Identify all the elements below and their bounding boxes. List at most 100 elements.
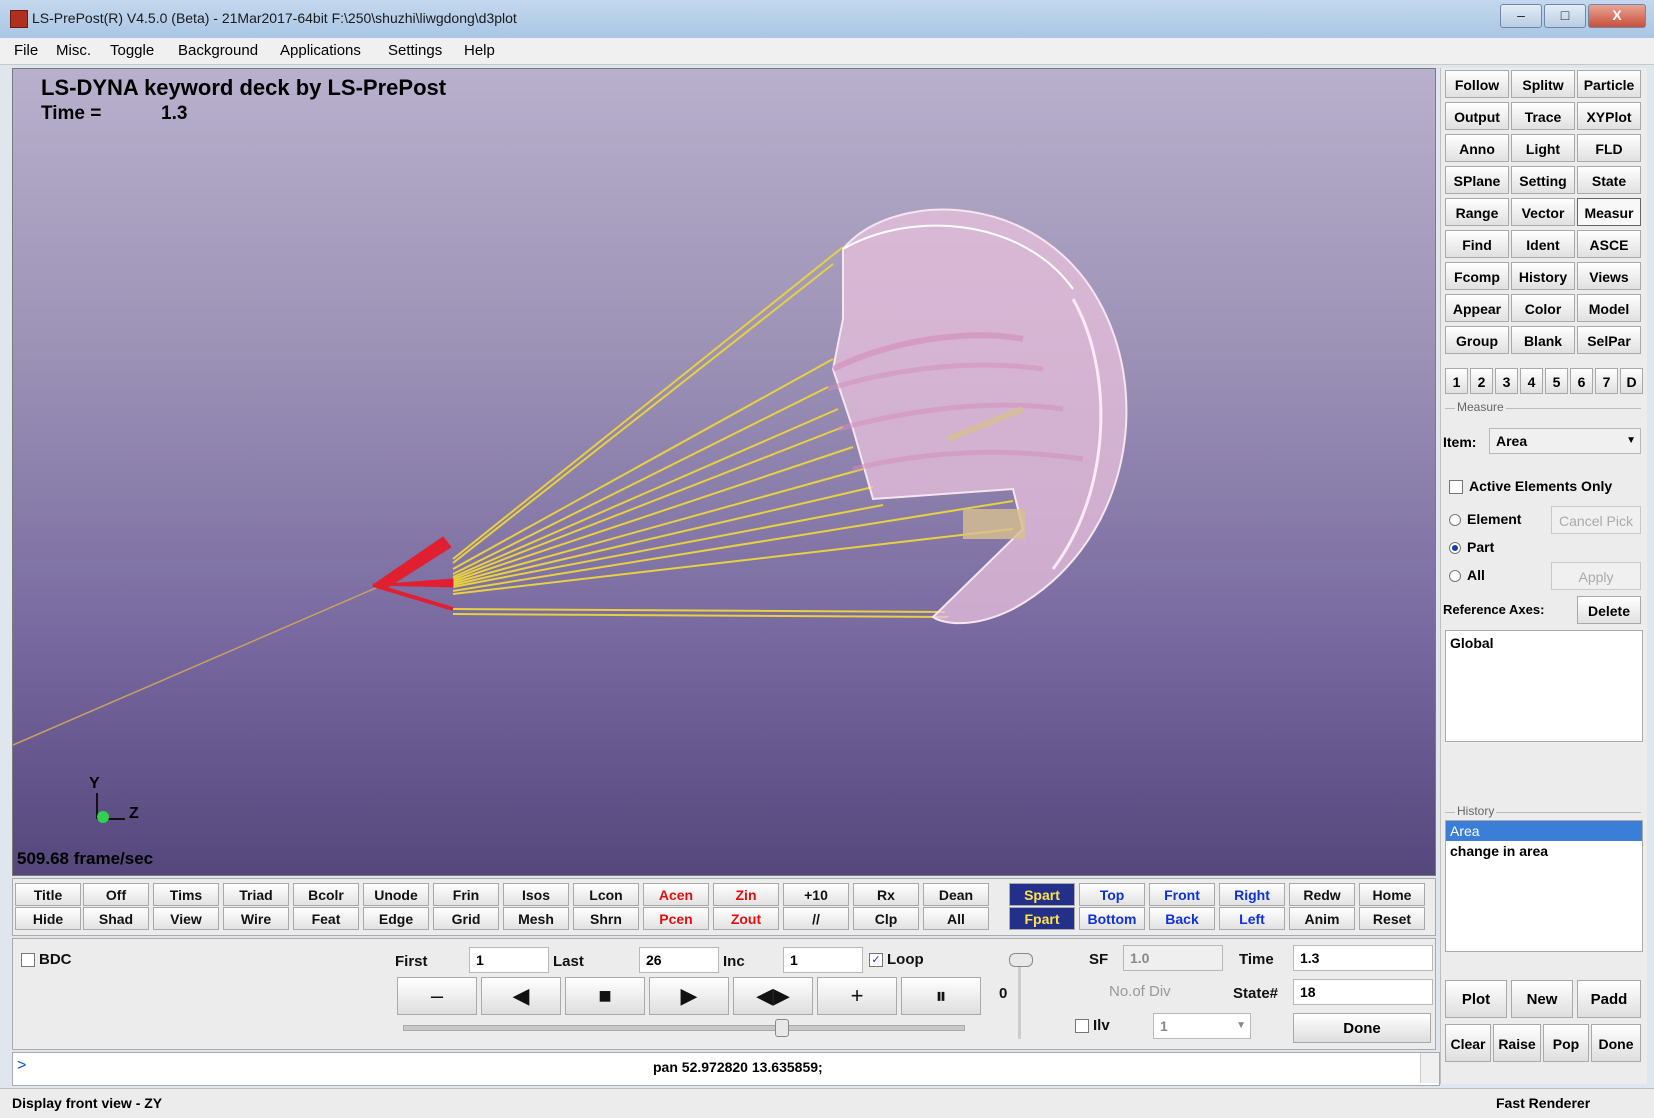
left-view-button[interactable]: Left [1219, 907, 1285, 930]
follow-button[interactable]: Follow [1445, 70, 1509, 98]
bcolr-button[interactable]: Bcolr [293, 883, 359, 906]
increase-button[interactable]: + [817, 977, 897, 1015]
triad-button[interactable]: Triad [223, 883, 289, 906]
frame-slider-track[interactable] [403, 1025, 965, 1031]
reference-axes-list[interactable]: Global [1445, 630, 1643, 742]
menu-file[interactable]: File [14, 42, 38, 59]
plot-button[interactable]: Plot [1445, 980, 1507, 1018]
bdc-checkbox[interactable] [21, 953, 35, 967]
edge-button[interactable]: Edge [363, 907, 429, 930]
light-button[interactable]: Light [1511, 134, 1575, 162]
reset-button[interactable]: Reset [1359, 907, 1425, 930]
zout-button[interactable]: Zout [713, 907, 779, 930]
page-2-button[interactable]: 2 [1470, 368, 1493, 394]
mesh-button[interactable]: Mesh [503, 907, 569, 930]
sf-field[interactable]: 1.0 [1123, 945, 1223, 971]
reference-axes-item[interactable]: Global [1446, 631, 1642, 655]
menu-background[interactable]: Background [178, 42, 258, 59]
feat-button[interactable]: Feat [293, 907, 359, 930]
measure-button[interactable]: Measur [1577, 198, 1641, 226]
new-button[interactable]: New [1511, 980, 1573, 1018]
particle-button[interactable]: Particle [1577, 70, 1641, 98]
shrn-button[interactable]: Shrn [573, 907, 639, 930]
find-button[interactable]: Find [1445, 230, 1509, 258]
part-radio[interactable] [1449, 542, 1461, 554]
raise-button[interactable]: Raise [1493, 1024, 1541, 1062]
tims-button[interactable]: Tims [153, 883, 219, 906]
ilv-checkbox[interactable] [1075, 1019, 1089, 1033]
frame-slider-thumb[interactable] [775, 1019, 789, 1037]
cancel-pick-button[interactable]: Cancel Pick [1551, 506, 1641, 534]
inc-field[interactable]: 1 [783, 947, 863, 973]
apply-button[interactable]: Apply [1551, 562, 1641, 590]
bounce-button[interactable]: ◀▶ [733, 977, 813, 1015]
menu-settings[interactable]: Settings [388, 42, 442, 59]
plus10-button[interactable]: +10 [783, 883, 849, 906]
state-field[interactable]: 18 [1293, 979, 1433, 1005]
wire-button[interactable]: Wire [223, 907, 289, 930]
menu-help[interactable]: Help [464, 42, 495, 59]
maximize-button[interactable]: □ [1544, 4, 1586, 28]
setting-button[interactable]: Setting [1511, 166, 1575, 194]
selpar-button[interactable]: SelPar [1577, 326, 1641, 354]
anno-button[interactable]: Anno [1445, 134, 1509, 162]
spart-button[interactable]: Spart [1009, 883, 1075, 906]
close-button[interactable]: X [1588, 4, 1646, 28]
first-field[interactable]: 1 [469, 947, 549, 973]
splitw-button[interactable]: Splitw [1511, 70, 1575, 98]
page-3-button[interactable]: 3 [1495, 368, 1518, 394]
menu-applications[interactable]: Applications [280, 42, 361, 59]
page-1-button[interactable]: 1 [1445, 368, 1468, 394]
right-view-button[interactable]: Right [1219, 883, 1285, 906]
group-button[interactable]: Group [1445, 326, 1509, 354]
parallel-button[interactable]: // [783, 907, 849, 930]
fpart-button[interactable]: Fpart [1009, 907, 1075, 930]
last-field[interactable]: 26 [639, 947, 719, 973]
isos-button[interactable]: Isos [503, 883, 569, 906]
fcomp-button[interactable]: Fcomp [1445, 262, 1509, 290]
shad-button[interactable]: Shad [83, 907, 149, 930]
history-button[interactable]: History [1511, 262, 1575, 290]
element-radio[interactable] [1449, 514, 1461, 526]
minimize-button[interactable]: – [1500, 4, 1542, 28]
title-button[interactable]: Title [15, 883, 81, 906]
dean-button[interactable]: Dean [923, 883, 989, 906]
history-item-selected[interactable]: Area [1446, 821, 1642, 841]
color-button[interactable]: Color [1511, 294, 1575, 322]
graphics-viewport[interactable]: LS-DYNA keyword deck by LS-PrePost Time … [12, 68, 1436, 876]
vector-button[interactable]: Vector [1511, 198, 1575, 226]
bottom-view-button[interactable]: Bottom [1079, 907, 1145, 930]
menu-toggle[interactable]: Toggle [110, 42, 154, 59]
appear-button[interactable]: Appear [1445, 294, 1509, 322]
views-button[interactable]: Views [1577, 262, 1641, 290]
home-button[interactable]: Home [1359, 883, 1425, 906]
rx-button[interactable]: Rx [853, 883, 919, 906]
lcon-button[interactable]: Lcon [573, 883, 639, 906]
state-button[interactable]: State [1577, 166, 1641, 194]
fld-button[interactable]: FLD [1577, 134, 1641, 162]
loop-checkbox[interactable]: ✓ [869, 953, 883, 967]
page-6-button[interactable]: 6 [1570, 368, 1593, 394]
sf-slider-thumb[interactable] [1009, 953, 1033, 967]
all-button[interactable]: All [923, 907, 989, 930]
page-d-button[interactable]: D [1620, 368, 1643, 394]
item-select[interactable]: Area ▼ [1489, 428, 1641, 454]
trace-button[interactable]: Trace [1511, 102, 1575, 130]
pause-button[interactable]: ⏸ [901, 977, 981, 1015]
step-back-button[interactable]: ◀ [481, 977, 561, 1015]
active-only-checkbox[interactable] [1449, 480, 1463, 494]
xyplot-button[interactable]: XYPlot [1577, 102, 1641, 130]
decrease-button[interactable]: – [397, 977, 477, 1015]
off-button[interactable]: Off [83, 883, 149, 906]
hide-button[interactable]: Hide [15, 907, 81, 930]
unode-button[interactable]: Unode [363, 883, 429, 906]
all-radio[interactable] [1449, 570, 1461, 582]
clp-button[interactable]: Clp [853, 907, 919, 930]
pcen-button[interactable]: Pcen [643, 907, 709, 930]
frin-button[interactable]: Frin [433, 883, 499, 906]
delete-button[interactable]: Delete [1577, 596, 1641, 624]
page-4-button[interactable]: 4 [1520, 368, 1543, 394]
top-view-button[interactable]: Top [1079, 883, 1145, 906]
sf-slider-track[interactable] [1018, 955, 1021, 1039]
padd-button[interactable]: Padd [1577, 980, 1641, 1018]
